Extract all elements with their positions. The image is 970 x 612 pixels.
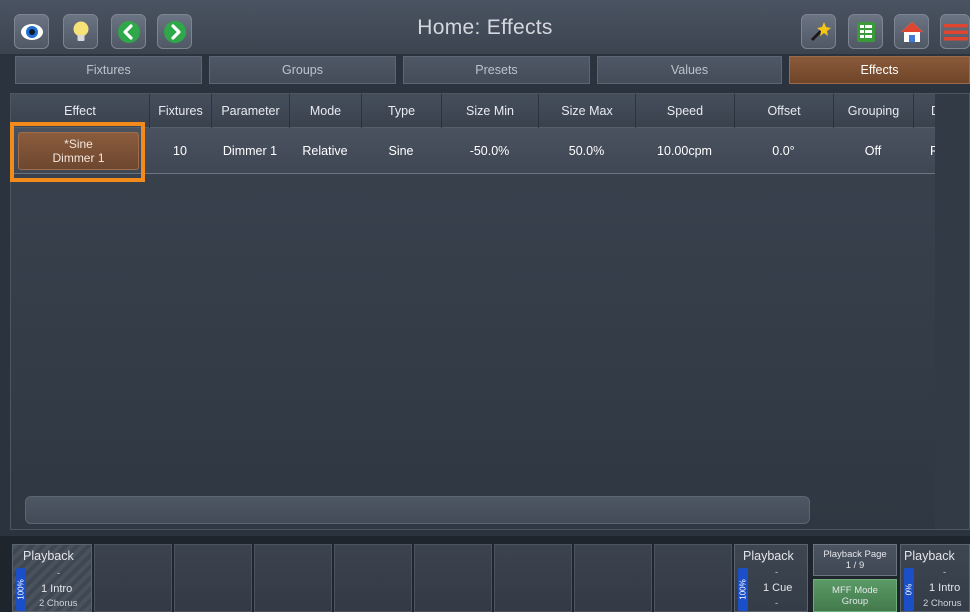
- cell-grouping[interactable]: Off: [833, 128, 913, 174]
- playback-page-label: Playback Page: [823, 549, 887, 560]
- column-header-d[interactable]: D: [913, 94, 936, 128]
- cell-d[interactable]: F: [913, 128, 936, 174]
- effect-button[interactable]: *Sine Dimmer 1: [18, 132, 139, 170]
- playback-slot-empty[interactable]: [94, 544, 172, 612]
- effects-table: Effect Fixtures Parameter Mode Type Size…: [10, 93, 970, 530]
- playback-left-label: Playback: [23, 549, 74, 563]
- cell-size-min[interactable]: -50.0%: [441, 128, 538, 174]
- playback-mid-label: Playback: [743, 549, 794, 563]
- column-header-grouping[interactable]: Grouping: [833, 94, 913, 128]
- column-header-mode[interactable]: Mode: [289, 94, 361, 128]
- spreadsheet-icon[interactable]: [848, 14, 883, 49]
- column-header-fixtures[interactable]: Fixtures: [149, 94, 211, 128]
- cell-speed[interactable]: 10.00cpm: [635, 128, 734, 174]
- playback-right-fader[interactable]: 0%: [904, 568, 914, 611]
- cell-mode[interactable]: Relative: [289, 128, 361, 174]
- playback-slot-empty[interactable]: [334, 544, 412, 612]
- playback-mid-next: -: [775, 598, 779, 609]
- table-header: Effect Fixtures Parameter Mode Type Size…: [11, 94, 936, 128]
- back-arrow-icon[interactable]: [111, 14, 146, 49]
- playback-slot-empty[interactable]: [254, 544, 332, 612]
- vertical-scrollbar[interactable]: [935, 94, 969, 529]
- playback-left-dash: -: [57, 568, 61, 579]
- playback-right-cue: 1 Intro: [929, 582, 961, 594]
- tab-fixtures[interactable]: Fixtures: [15, 56, 202, 84]
- mff-mode-label: MFF Mode: [832, 584, 878, 596]
- playback-right-dash: -: [943, 567, 947, 578]
- playback-slot-empty[interactable]: [174, 544, 252, 612]
- column-header-size-max[interactable]: Size Max: [538, 94, 635, 128]
- playback-mid-fader[interactable]: 100%: [738, 568, 748, 611]
- cell-size-max[interactable]: 50.0%: [538, 128, 635, 174]
- playback-right-label: Playback: [904, 549, 955, 563]
- forward-arrow-icon[interactable]: [157, 14, 192, 49]
- column-header-type[interactable]: Type: [361, 94, 441, 128]
- mff-mode-value: Group: [841, 595, 869, 607]
- cell-offset[interactable]: 0.0°: [734, 128, 833, 174]
- tab-values[interactable]: Values: [597, 56, 782, 84]
- playback-right-level: 0%: [904, 583, 914, 596]
- horizontal-scrollbar[interactable]: [25, 496, 810, 524]
- column-header-offset[interactable]: Offset: [734, 94, 833, 128]
- tab-bar: Fixtures Groups Presets Values Effects: [0, 54, 970, 86]
- playback-slot-empty[interactable]: [494, 544, 572, 612]
- tab-presets[interactable]: Presets: [403, 56, 590, 84]
- column-header-parameter[interactable]: Parameter: [211, 94, 289, 128]
- top-bar: Home: Effects: [0, 0, 970, 54]
- column-header-effect[interactable]: Effect: [11, 94, 149, 128]
- eye-icon[interactable]: [14, 14, 49, 49]
- tab-groups[interactable]: Groups: [209, 56, 396, 84]
- playback-left-level: 100%: [16, 579, 26, 600]
- table-row[interactable]: *Sine Dimmer 1 10 Dimmer 1 Relative Sine…: [11, 128, 936, 174]
- cell-fixtures[interactable]: 10: [149, 128, 211, 174]
- playback-slot-empty[interactable]: [574, 544, 652, 612]
- playback-left[interactable]: Playback 100% - 1 Intro 2 Chorus: [12, 544, 92, 612]
- playback-right[interactable]: Playback 0% - 1 Intro 2 Chorus: [900, 544, 970, 612]
- column-header-speed[interactable]: Speed: [635, 94, 734, 128]
- playback-right-next: 2 Chorus: [923, 598, 962, 609]
- effect-name-line2: Dimmer 1: [52, 151, 105, 165]
- magic-wand-icon[interactable]: [801, 14, 836, 49]
- effect-name-line1: *Sine: [64, 137, 93, 151]
- playback-slot-empty[interactable]: [414, 544, 492, 612]
- playback-left-fader[interactable]: 100%: [16, 568, 26, 611]
- lightbulb-icon[interactable]: [63, 14, 98, 49]
- menu-icon[interactable]: [940, 14, 970, 49]
- playback-mid-cue: 1 Cue: [763, 582, 793, 594]
- cell-type[interactable]: Sine: [361, 128, 441, 174]
- playback-mid-dash: -: [775, 567, 779, 578]
- playback-mid-level: 100%: [738, 579, 748, 600]
- playback-page-value: 1 / 9: [845, 560, 865, 571]
- playback-page-button[interactable]: Playback Page 1 / 9: [813, 544, 897, 576]
- tab-effects[interactable]: Effects: [789, 56, 970, 84]
- playback-left-next: 2 Chorus: [39, 598, 78, 609]
- cell-parameter[interactable]: Dimmer 1: [211, 128, 289, 174]
- home-icon[interactable]: [894, 14, 929, 49]
- playback-strip: Playback 100% - 1 Intro 2 Chorus Playbac…: [0, 536, 970, 612]
- playback-left-cue: 1 Intro: [41, 583, 73, 595]
- playback-slot-empty[interactable]: [654, 544, 732, 612]
- column-header-size-min[interactable]: Size Min: [441, 94, 538, 128]
- playback-mid[interactable]: Playback 100% - 1 Cue -: [734, 544, 808, 612]
- mff-mode-button[interactable]: MFF Mode Group: [813, 579, 897, 612]
